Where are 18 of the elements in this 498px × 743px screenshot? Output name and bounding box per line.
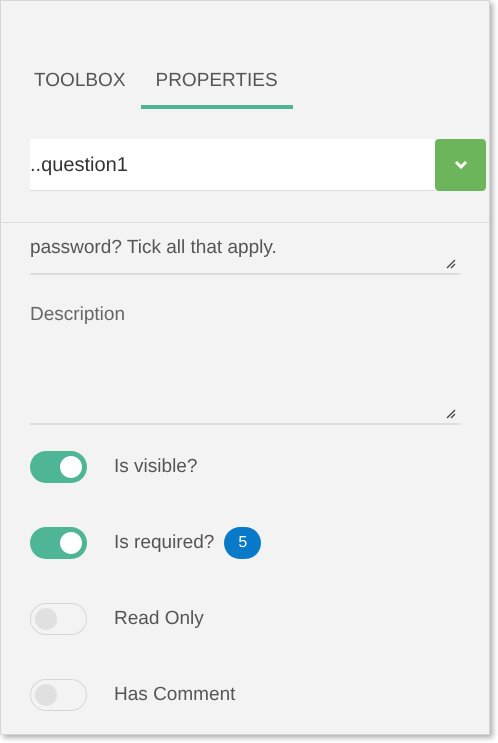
toggle-label: Has Comment <box>114 682 236 707</box>
toggle-label: Is required? <box>114 530 214 555</box>
title-textarea[interactable]: password? Tick all that apply. <box>30 229 460 275</box>
toggle-label: Is visible? <box>114 454 198 479</box>
panel-tab[interactable]: PROPERTIES <box>140 57 293 109</box>
toggle-switch[interactable] <box>30 603 87 635</box>
dropdown-button[interactable] <box>435 139 486 191</box>
toggle-switch[interactable] <box>30 679 87 711</box>
description-label: Description <box>30 304 126 325</box>
resize-grip-icon[interactable] <box>444 257 456 269</box>
count-badge: 5 <box>224 527 262 559</box>
panel-tab[interactable]: TOOLBOX <box>19 57 141 109</box>
resize-grip-icon[interactable] <box>444 407 456 419</box>
toggle-switch[interactable] <box>30 527 87 559</box>
object-selector[interactable]: ..question1 <box>30 139 435 191</box>
chevron-down-icon <box>454 160 468 170</box>
toggle-switch[interactable] <box>30 451 87 483</box>
toggle-label: Read Only <box>114 606 204 631</box>
